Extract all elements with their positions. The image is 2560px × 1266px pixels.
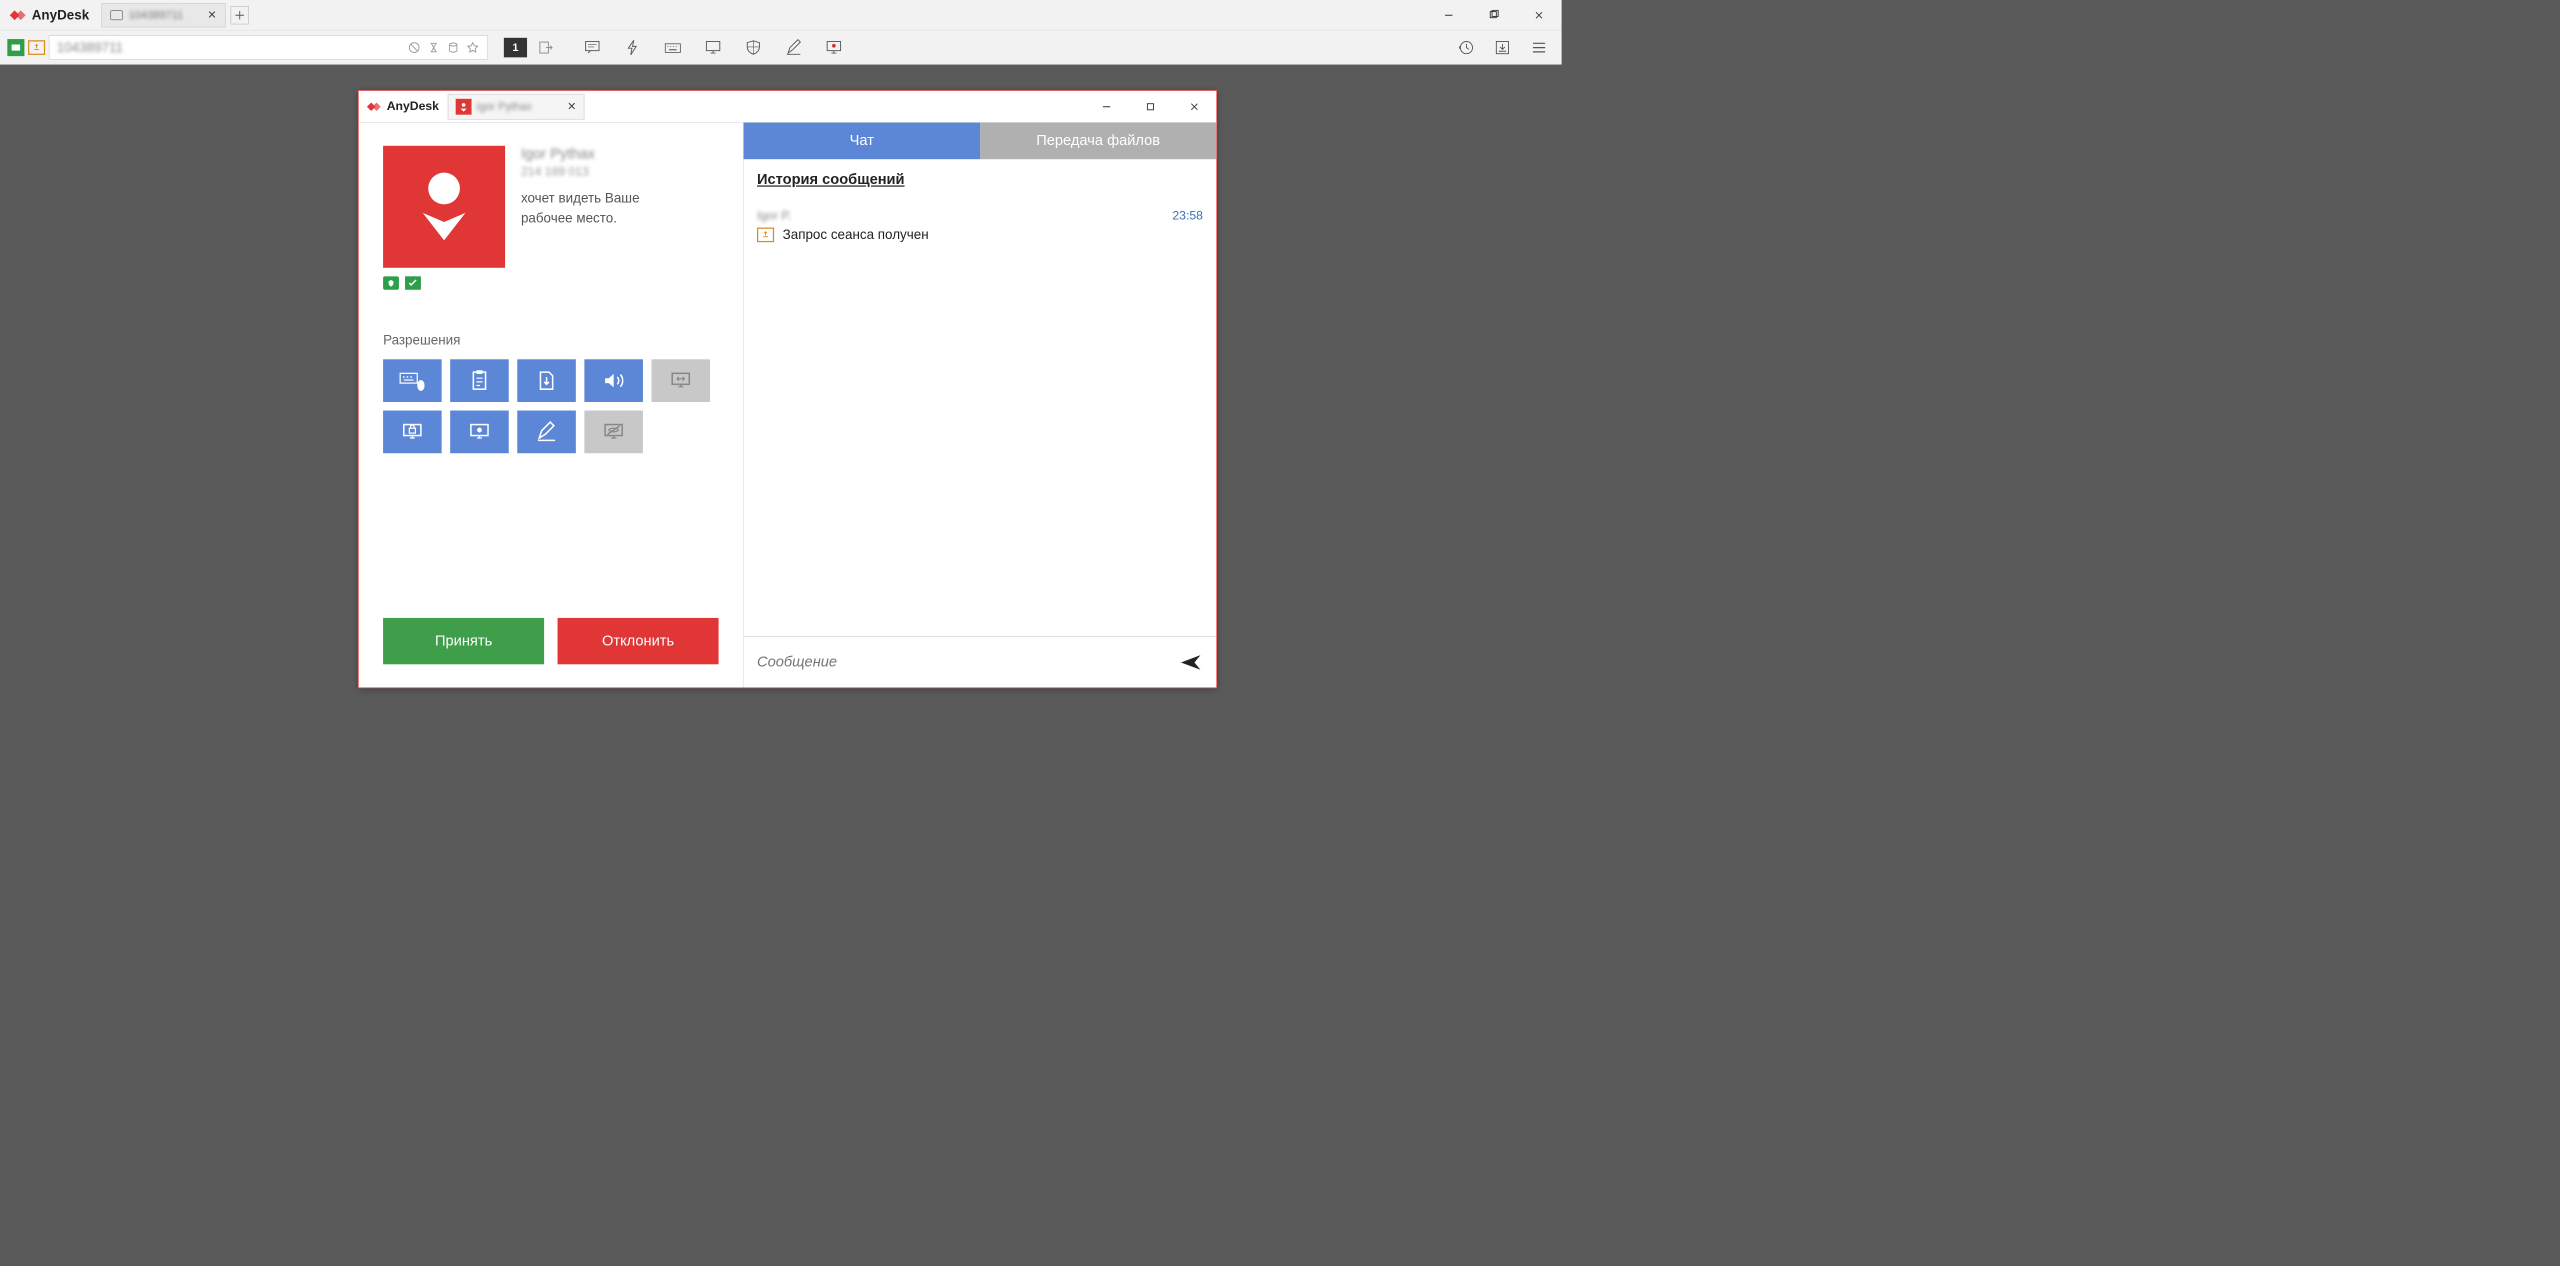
- titlebar: AnyDesk 104389711 ✕: [0, 0, 1562, 31]
- requester-id: 214 189 013: [521, 165, 719, 179]
- star-icon[interactable]: [465, 40, 480, 55]
- connection-verified-icon: [405, 276, 421, 289]
- dialog-app-name: AnyDesk: [387, 99, 439, 113]
- display-icon[interactable]: [704, 38, 722, 56]
- perm-lock[interactable]: [383, 411, 442, 454]
- app-name: AnyDesk: [32, 7, 89, 23]
- chat-icon[interactable]: [583, 38, 601, 56]
- toolbar: 104389711 1: [0, 31, 1562, 65]
- session-badge-icon: [28, 40, 45, 55]
- address-bar[interactable]: 104389711: [49, 35, 488, 59]
- identity-verified-icon: [383, 276, 399, 289]
- window-controls: [1426, 0, 1561, 30]
- tab-file-transfer[interactable]: Передача файлов: [980, 123, 1216, 160]
- permissions-title: Разрешения: [383, 332, 719, 348]
- close-tab-icon[interactable]: ✕: [207, 9, 216, 22]
- close-button[interactable]: [1516, 0, 1561, 30]
- user-icon: [455, 99, 471, 115]
- request-panel: Igor Pythax 214 189 013 хочет видеть Ваш…: [359, 123, 743, 688]
- perm-keyboard-mouse[interactable]: [383, 359, 442, 402]
- exit-icon[interactable]: [537, 38, 555, 56]
- main-window: AnyDesk 104389711 ✕ 104389711: [0, 0, 1562, 772]
- anydesk-logo-icon: [7, 5, 27, 25]
- decline-button[interactable]: Отклонить: [558, 618, 719, 664]
- record-icon[interactable]: [825, 38, 843, 56]
- dialog-tab[interactable]: Igor Pythax ✕: [448, 94, 585, 120]
- permissions-grid: [383, 359, 719, 453]
- dialog-tab-label: Igor Pythax: [476, 100, 532, 113]
- new-tab-button[interactable]: [231, 6, 249, 24]
- dialog-close-button[interactable]: [1172, 91, 1216, 123]
- security-badge-icon: [7, 39, 24, 56]
- anydesk-logo-icon: [365, 98, 382, 115]
- perm-whiteboard[interactable]: [517, 411, 576, 454]
- request-text-line1: хочет видеть Ваше: [521, 188, 719, 208]
- requester-avatar: [383, 146, 505, 268]
- app-logo: AnyDesk: [7, 5, 89, 25]
- dialog-logo: AnyDesk: [365, 98, 439, 115]
- session-counter[interactable]: 1: [504, 38, 527, 58]
- chat-input[interactable]: [757, 654, 1179, 671]
- bolt-icon[interactable]: [623, 38, 641, 56]
- menu-icon[interactable]: [1530, 38, 1548, 56]
- accept-button[interactable]: Принять: [383, 618, 544, 664]
- hourglass-icon[interactable]: [426, 40, 441, 55]
- connection-request-dialog: AnyDesk Igor Pythax ✕: [358, 90, 1217, 688]
- dialog-maximize-button[interactable]: [1129, 91, 1173, 123]
- monitor-icon: [111, 10, 123, 20]
- chat-panel: Чат Передача файлов История сообщений Ig…: [743, 123, 1216, 688]
- dialog-minimize-button[interactable]: [1085, 91, 1129, 123]
- address-text: 104389711: [57, 40, 123, 56]
- disconnect-icon[interactable]: [407, 40, 422, 55]
- shield-icon[interactable]: [744, 38, 762, 56]
- perm-privacy[interactable]: [584, 411, 643, 454]
- perm-audio[interactable]: [584, 359, 643, 402]
- session-tab-label: 104389711: [129, 9, 183, 22]
- perm-clipboard[interactable]: [450, 359, 509, 402]
- download-icon[interactable]: [1493, 38, 1511, 56]
- pen-icon[interactable]: [784, 38, 802, 56]
- maximize-button[interactable]: [1471, 0, 1516, 30]
- chat-history-title: История сообщений: [757, 171, 1203, 188]
- minimize-button[interactable]: [1426, 0, 1471, 30]
- perm-vpn[interactable]: [651, 359, 710, 402]
- history-icon[interactable]: [1457, 38, 1475, 56]
- dialog-tab-close-icon[interactable]: ✕: [567, 100, 576, 113]
- perm-record[interactable]: [450, 411, 509, 454]
- request-text-line2: рабочее место.: [521, 208, 719, 228]
- chat-sender: Igor P.: [757, 209, 791, 223]
- dialog-titlebar: AnyDesk Igor Pythax ✕: [359, 91, 1217, 123]
- chat-message: Igor P. 23:58 Запрос сеанса получен: [757, 209, 1203, 243]
- keyboard-icon[interactable]: [664, 38, 682, 56]
- chat-time: 23:58: [1172, 209, 1203, 223]
- chat-input-row: [744, 636, 1217, 687]
- chat-message-text: Запрос сеанса получен: [783, 227, 929, 243]
- tab-chat[interactable]: Чат: [744, 123, 980, 160]
- session-request-icon: [757, 228, 774, 243]
- send-button[interactable]: [1179, 650, 1203, 674]
- database-icon[interactable]: [446, 40, 461, 55]
- requester-name: Igor Pythax: [521, 146, 719, 163]
- perm-file-transfer[interactable]: [517, 359, 576, 402]
- session-tab[interactable]: 104389711 ✕: [101, 3, 225, 27]
